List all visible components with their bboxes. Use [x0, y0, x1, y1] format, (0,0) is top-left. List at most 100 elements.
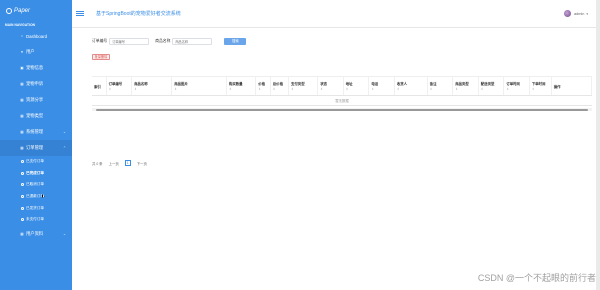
- column-header[interactable]: 商品类型 ⇕: [453, 77, 479, 95]
- sort-icon[interactable]: ⇕: [258, 87, 270, 91]
- sidebar-item-label: 用户资料: [26, 230, 44, 236]
- sidebar-sub-cancelled[interactable]: 已取消订单: [0, 179, 72, 191]
- column-header[interactable]: 操作: [552, 77, 592, 95]
- column-header[interactable]: 索引: [92, 77, 107, 95]
- column-header-label: 订单时间: [506, 82, 520, 86]
- sidebar-sub-label: 已发货订单: [26, 205, 44, 210]
- sidebar-item-dashboard[interactable]: ○ Dashboard: [0, 28, 72, 44]
- sidebar-item-orders[interactable]: ▦ 订单管理 ⌃: [0, 140, 77, 156]
- sort-icon[interactable]: ⇕: [320, 87, 343, 91]
- sort-icon[interactable]: ⇕: [430, 87, 453, 91]
- page-number-button[interactable]: 1: [124, 160, 131, 166]
- search-button[interactable]: 搜索: [224, 38, 247, 45]
- sidebar-item-pet-type[interactable]: ▦ 宠物类型: [0, 108, 72, 124]
- scrollbar-thumb[interactable]: [96, 108, 588, 111]
- sort-icon[interactable]: ⇕: [134, 87, 171, 91]
- batch-delete-button[interactable]: 批量删除: [92, 54, 110, 60]
- horizontal-scrollbar[interactable]: [92, 108, 592, 111]
- column-header-label: 商品图片: [174, 82, 188, 86]
- circle-icon: [21, 218, 24, 222]
- column-header[interactable]: 订单时间 ⇕: [504, 77, 530, 95]
- table-header: 索引 订单编号 ⇕ 商品名称 ⇕ 商品图片 ⇕ 购买数量 ⇕ 价格 ⇕ 总价格 ⇕ 支付类型 ⇕ 状态 ⇕ 地址 ⇕…: [92, 76, 592, 96]
- column-header-label: 价格: [258, 82, 265, 86]
- sort-icon[interactable]: ⇕: [174, 87, 226, 91]
- empty-state: 暂无数据: [92, 96, 592, 106]
- grid-icon: ▦: [20, 98, 24, 102]
- chevron-down-icon: ⌄: [62, 130, 66, 134]
- sort-icon[interactable]: ⇕: [397, 87, 427, 91]
- column-header[interactable]: 价格 ⇕: [256, 77, 271, 95]
- sidebar-item-label: 宠物信息: [26, 65, 44, 70]
- column-header[interactable]: 电话 ⇕: [369, 77, 395, 95]
- circle-icon: ○: [20, 34, 24, 38]
- sidebar-item-system[interactable]: ▦ 系统管理 ⌄: [0, 124, 72, 140]
- column-header[interactable]: 收货人 ⇕: [395, 77, 428, 95]
- product-name-input[interactable]: [172, 38, 213, 45]
- column-header[interactable]: 状态 ⇕: [318, 77, 344, 95]
- column-header-label: 地址: [345, 82, 353, 86]
- column-header-label: 商品名称: [134, 82, 148, 86]
- column-header-label: 电话: [371, 82, 379, 86]
- column-header[interactable]: 配送类型 ⇕: [479, 77, 505, 95]
- sort-icon[interactable]: ⇕: [291, 87, 317, 91]
- column-header[interactable]: 购买数量 ⇕: [227, 77, 257, 95]
- sidebar-sub-shipped[interactable]: 已发货订单: [0, 202, 72, 214]
- sort-icon[interactable]: ⇕: [455, 87, 478, 91]
- column-header-label: 总价格: [272, 82, 283, 86]
- sidebar-item-label: Dashboard: [26, 33, 48, 39]
- sidebar-sub-refunded[interactable]: 已退款订单: [0, 191, 72, 203]
- order-no-input[interactable]: [109, 38, 150, 45]
- sort-icon[interactable]: ⇕: [229, 87, 255, 91]
- sidebar-item-pet-appeal[interactable]: ▦ 宠物申诉: [0, 76, 72, 92]
- prev-page-button[interactable]: 上一页: [109, 161, 119, 166]
- top-header: 基于SpringBoot的宠物爱好者交流系统 admin ▾: [72, 0, 600, 28]
- brand-name: Paper: [14, 8, 31, 14]
- brand-logo[interactable]: Paper: [0, 0, 72, 22]
- sort-icon[interactable]: ⇕: [109, 87, 132, 91]
- column-header[interactable]: 订单编号 ⇕: [107, 77, 133, 95]
- sidebar-item-pet-info[interactable]: ▣ 宠物信息: [0, 60, 72, 76]
- scroll-track: [596, 0, 600, 290]
- sidebar-item-user[interactable]: ● 用户: [0, 44, 72, 60]
- column-header[interactable]: 下单时间 ⇕: [530, 77, 552, 95]
- user-menu[interactable]: admin ▾: [564, 10, 588, 17]
- column-header[interactable]: 商品图片 ⇕: [172, 77, 228, 95]
- sidebar-item-resource-share[interactable]: ▦ 资源分享: [0, 92, 72, 108]
- order-no-label: 订单编号: [92, 39, 108, 43]
- next-page-button[interactable]: 下一页: [137, 161, 147, 166]
- sidebar-sub-label: 已完成订单: [26, 170, 44, 175]
- pagination: 共 0 条 上一页 1 下一页: [92, 160, 153, 166]
- sort-icon[interactable]: ⇕: [481, 87, 504, 91]
- sort-icon[interactable]: ⇕: [371, 87, 394, 91]
- hamburger-menu-icon[interactable]: [76, 9, 84, 17]
- sort-icon[interactable]: ⇕: [506, 87, 529, 91]
- column-header-label: 操作: [553, 84, 561, 89]
- sidebar-sub-completed[interactable]: 已完成订单: [0, 168, 72, 180]
- column-header-label: 备注: [429, 82, 437, 86]
- column-header-label: 商品类型: [455, 82, 469, 86]
- sidebar-item-user-profile[interactable]: ▦ 用户资料 ⌄: [0, 226, 72, 242]
- circle-icon: [21, 195, 24, 199]
- column-header-label: 下单时间: [531, 82, 546, 86]
- column-header[interactable]: 备注 ⇕: [428, 77, 454, 95]
- square-icon: ▣: [20, 66, 24, 70]
- column-header-label: 购买数量: [229, 82, 243, 86]
- sidebar-sub-unpaid[interactable]: 未支付订单: [0, 214, 72, 226]
- sort-icon[interactable]: ⇕: [532, 87, 551, 91]
- column-header[interactable]: 地址 ⇕: [344, 77, 370, 95]
- column-header[interactable]: 总价格 ⇕: [271, 77, 290, 95]
- column-header[interactable]: 支付类型 ⇕: [289, 77, 319, 95]
- sidebar-sub-paid[interactable]: 已支付订单: [0, 156, 72, 168]
- circle-icon: [21, 183, 24, 187]
- username: admin: [574, 11, 585, 16]
- sort-icon[interactable]: ⇕: [346, 87, 369, 91]
- column-header[interactable]: 商品名称 ⇕: [132, 77, 173, 95]
- sort-icon[interactable]: ⇕: [273, 87, 288, 91]
- grid-icon: ▦: [20, 82, 24, 86]
- caret-down-icon: ▾: [586, 11, 588, 16]
- product-name-label: 商品名称: [155, 39, 171, 43]
- user-icon: ●: [20, 50, 24, 54]
- sidebar-item-label: 订单管理: [26, 145, 44, 150]
- avatar: [564, 10, 572, 17]
- watermark: CSDN @一个不起眼的前行者: [477, 273, 596, 283]
